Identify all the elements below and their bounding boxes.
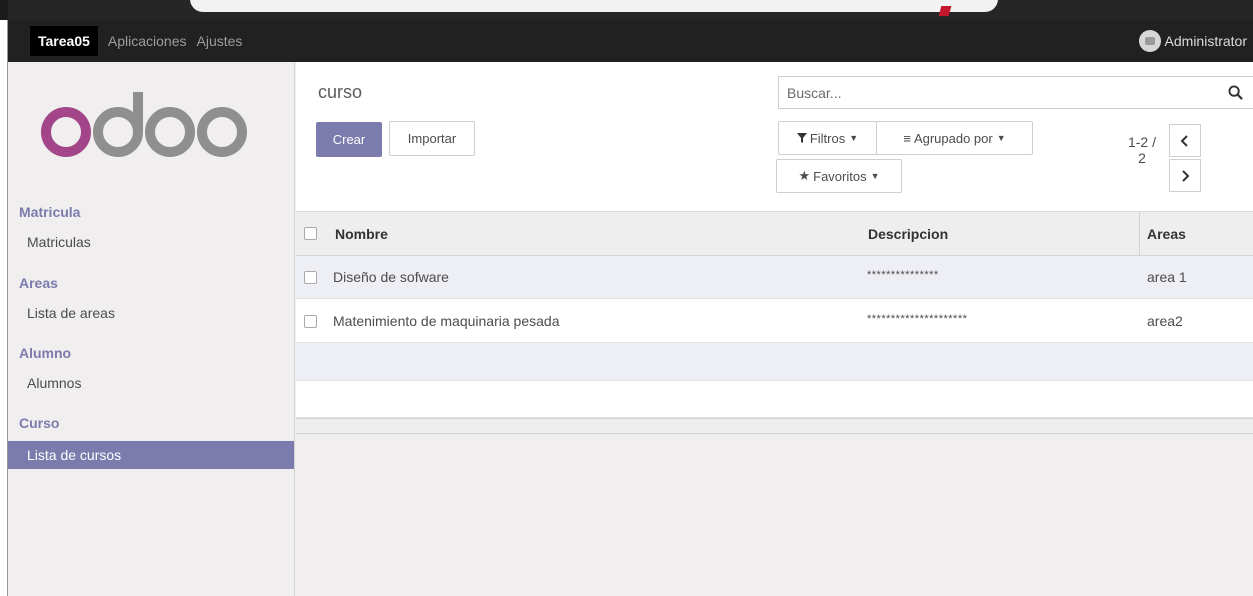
list-icon: ≡: [903, 130, 911, 146]
list-view: Nombre Descripcion Areas Diseño de sofwa…: [296, 212, 1253, 418]
search-icon[interactable]: [1228, 85, 1243, 100]
groupby-dropdown[interactable]: ≡ Agrupado por ▼: [876, 121, 1033, 155]
content-background: [296, 434, 1253, 596]
top-navbar: Tarea05 Aplicaciones Ajustes Administrat…: [8, 20, 1253, 62]
cell-descripcion: ***************: [867, 269, 939, 281]
favorites-label: Favoritos: [813, 168, 867, 184]
favorites-dropdown[interactable]: ★ Favoritos ▼: [776, 159, 902, 193]
caret-down-icon: ▼: [996, 133, 1006, 143]
search-placeholder: Buscar...: [787, 84, 842, 101]
column-header-descripcion[interactable]: Descripcion: [868, 226, 948, 242]
menu-header-alumno: Alumno: [19, 345, 72, 361]
star-icon: ★: [798, 168, 811, 183]
sidebar: odoo Matricula Matriculas Areas Lista de…: [8, 62, 295, 596]
pager-total: 2: [1138, 150, 1146, 166]
browser-top-strip: [0, 0, 1253, 20]
logo-text: odoo: [36, 159, 39, 161]
page-title: curso: [318, 82, 363, 102]
sidebar-item-lista-de-cursos[interactable]: Lista de cursos: [8, 441, 294, 469]
nav-link-aplicaciones[interactable]: Aplicaciones: [108, 33, 187, 49]
window-edge: [0, 0, 8, 20]
column-header-nombre[interactable]: Nombre: [335, 226, 388, 242]
menu-header-areas: Areas: [19, 275, 58, 291]
search-input[interactable]: Buscar...: [778, 76, 1253, 109]
chevron-left-icon: [1180, 134, 1188, 147]
control-panel: curso Crear Importar Buscar... Filtros ▼…: [296, 62, 1253, 212]
sidebar-item-lista-de-areas[interactable]: Lista de areas: [8, 299, 294, 327]
cell-nombre: Diseño de sofware: [333, 269, 449, 285]
table-header: Nombre Descripcion Areas: [296, 212, 1253, 256]
empty-row: [296, 381, 1253, 418]
select-all-checkbox[interactable]: [304, 227, 317, 240]
column-header-areas[interactable]: Areas: [1147, 226, 1186, 242]
user-name: Administrator: [1164, 33, 1247, 49]
avatar-icon: [1138, 30, 1161, 52]
sidebar-item-alumnos[interactable]: Alumnos: [8, 369, 294, 397]
list-footer: [296, 418, 1253, 434]
menu-header-matricula: Matricula: [19, 204, 81, 220]
filter-icon: [796, 133, 807, 143]
chevron-right-icon: [1182, 169, 1190, 182]
cell-areas: area 1: [1147, 269, 1187, 285]
user-menu[interactable]: Administrator: [1138, 20, 1247, 62]
pager-previous-button[interactable]: [1169, 124, 1201, 157]
nav-link-ajustes[interactable]: Ajustes: [197, 33, 243, 49]
cell-descripcion: *********************: [867, 313, 968, 325]
caret-down-icon: ▼: [849, 133, 859, 143]
cell-nombre: Matenimiento de maquinaria pesada: [333, 313, 560, 329]
window-left-edge: [0, 20, 8, 596]
row-checkbox[interactable]: [304, 270, 317, 284]
table-row[interactable]: Diseño de sofware *************** area 1: [296, 256, 1253, 299]
cell-areas: area2: [1147, 313, 1183, 329]
app-brand-tab[interactable]: Tarea05: [30, 26, 98, 56]
import-button[interactable]: Importar: [389, 121, 475, 156]
odoo-logo: odoo: [36, 92, 247, 161]
row-checkbox[interactable]: [304, 314, 317, 328]
browser-tab-marker: [938, 6, 952, 16]
caret-down-icon: ▼: [870, 171, 880, 181]
table-row[interactable]: Matenimiento de maquinaria pesada ******…: [296, 300, 1253, 343]
sidebar-item-matriculas[interactable]: Matriculas: [8, 228, 294, 256]
menu-header-curso: Curso: [19, 415, 60, 431]
pager-next-button[interactable]: [1169, 159, 1201, 192]
filters-dropdown[interactable]: Filtros ▼: [778, 121, 877, 155]
pager-value[interactable]: 1-2 / 2: [1118, 134, 1156, 166]
groupby-label: Agrupado por: [913, 130, 993, 146]
column-divider: [1139, 212, 1140, 256]
pager-range: 1-2 /: [1127, 134, 1156, 150]
create-button[interactable]: Crear: [316, 122, 382, 157]
empty-row: [296, 343, 1253, 381]
filters-label: Filtros: [809, 130, 846, 146]
browser-address-pill: [190, 0, 998, 12]
